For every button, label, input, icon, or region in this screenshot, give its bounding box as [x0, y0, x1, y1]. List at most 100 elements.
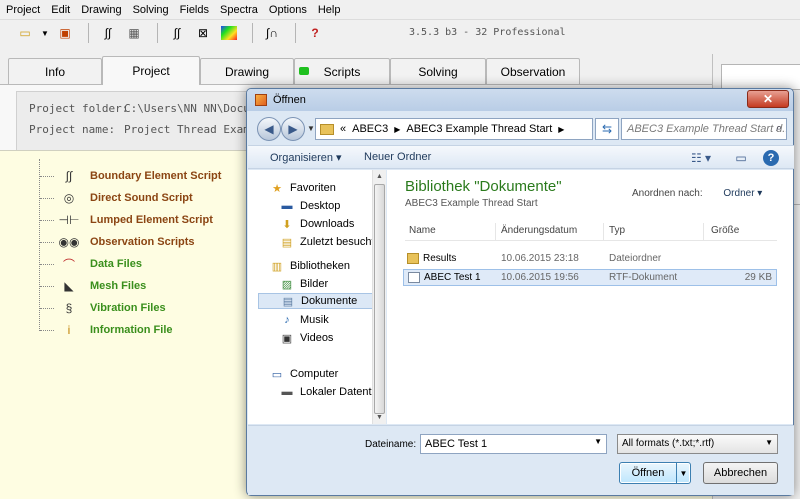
breadcrumb-abec3[interactable]: ABEC3	[352, 123, 388, 135]
curve-icon: ⌒	[62, 257, 75, 272]
search-input[interactable]: ABEC3 Example Thread Start d... ⌕	[621, 118, 787, 140]
dialog-title: Öffnen	[273, 94, 306, 106]
file-row-results[interactable]: Results 10.06.2015 23:18 Dateiordner	[403, 251, 777, 268]
nav-favorites[interactable]: ★ Favoriten	[270, 180, 336, 196]
music-icon: ♪	[284, 314, 290, 326]
observation-icon[interactable]: ∫∩	[261, 23, 283, 43]
refresh-icon[interactable]: ⇆	[595, 118, 619, 140]
mesh-grid-icon[interactable]: ▦	[123, 23, 145, 43]
breadcrumb-overflow[interactable]: «	[340, 123, 346, 135]
tab-observation[interactable]: Observation	[486, 58, 580, 84]
tab-drawing[interactable]: Drawing	[200, 58, 294, 84]
nav-computer[interactable]: ▭ Computer	[270, 366, 339, 382]
open-button[interactable]: Öffnen ▼	[619, 462, 691, 484]
arrange-by-dropdown[interactable]: Ordner ▾	[723, 188, 762, 199]
back-arrow-icon[interactable]: ◀	[257, 117, 281, 141]
filename-label: Dateiname:	[365, 439, 417, 450]
menu-spectra[interactable]: Spectra	[220, 4, 258, 16]
nav-documents[interactable]: ▤ Dokumente	[258, 293, 374, 309]
pictures-icon: ▨	[281, 278, 293, 291]
scrollbar-thumb[interactable]	[374, 184, 385, 414]
spectrum-color-icon[interactable]	[218, 23, 240, 43]
downloads-icon: ⬇	[282, 218, 292, 231]
library-subtitle: ABEC3 Example Thread Start	[405, 198, 538, 209]
nav-pictures[interactable]: ▨ Bilder	[280, 276, 328, 292]
nav-desktop[interactable]: ▬ Desktop	[280, 198, 341, 214]
folder-icon	[407, 253, 419, 264]
help-icon: ?	[763, 150, 779, 166]
tree-item-information-file[interactable]: i Information File	[40, 321, 173, 339]
main-tabs: Info Project Drawing Scripts Solving Obs…	[8, 56, 708, 85]
dialog-title-bar[interactable]: Öffnen ✕	[247, 89, 793, 111]
tab-solving[interactable]: Solving	[390, 58, 486, 84]
column-size[interactable]: Größe	[711, 225, 739, 236]
new-folder-button[interactable]: Neuer Ordner	[364, 151, 431, 163]
nav-videos[interactable]: ▣ Videos	[280, 330, 334, 346]
tree-item-boundary-element-script[interactable]: ∫∫ Boundary Element Script	[40, 167, 221, 185]
menu-options[interactable]: Options	[269, 4, 307, 16]
file-row-abec-test-1[interactable]: ABEC Test 1 10.06.2015 19:56 RTF-Dokumen…	[403, 269, 777, 286]
nav-recent[interactable]: ▤ Zuletzt besucht	[280, 234, 375, 250]
menu-fields[interactable]: Fields	[180, 4, 209, 16]
menu-edit[interactable]: Edit	[51, 4, 70, 16]
scroll-up-icon[interactable]: ▲	[373, 170, 386, 183]
menu-solving[interactable]: Solving	[133, 4, 169, 16]
column-date[interactable]: Änderungsdatum	[501, 225, 577, 236]
filename-input[interactable]: ABEC Test 1 ▼	[420, 434, 607, 454]
recent-places-icon: ▤	[281, 236, 293, 249]
open-file-dialog: Öffnen ✕ ◀ ▶ ▼ « ABEC3 ▶ ABEC3 Example T…	[246, 88, 794, 496]
close-button[interactable]: ✕	[747, 90, 789, 108]
tree-item-mesh-files[interactable]: ◣ Mesh Files	[40, 277, 146, 295]
tree-item-lumped-element-script[interactable]: ⊣⊢ Lumped Element Script	[40, 211, 213, 229]
breadcrumb-example[interactable]: ABEC3 Example Thread Start	[406, 123, 552, 135]
forward-arrow-icon[interactable]: ▶	[281, 117, 305, 141]
menu-drawing[interactable]: Drawing	[81, 4, 121, 16]
chevron-down-icon[interactable]: ▼	[40, 23, 50, 43]
organize-button[interactable]: Organisieren ▾	[270, 151, 342, 164]
file-type-select[interactable]: All formats (*.txt;*.rtf) ▼	[617, 434, 778, 454]
column-name[interactable]: Name	[409, 225, 436, 236]
tree-item-data-files[interactable]: ⌒ Data Files	[40, 255, 142, 273]
nav-downloads[interactable]: ⬇ Downloads	[280, 216, 354, 232]
app-icon	[255, 94, 267, 106]
integral-run-icon[interactable]: ∫∫	[166, 23, 188, 43]
nav-libraries[interactable]: ▥ Bibliotheken	[270, 258, 350, 274]
column-type[interactable]: Typ	[609, 225, 625, 236]
project-folder-value: C:\Users\NN NN\Docu	[124, 102, 250, 115]
cancel-button[interactable]: Abbrechen	[703, 462, 778, 484]
help-question-icon[interactable]: ?	[304, 23, 326, 43]
chevron-right-icon[interactable]: ▶	[558, 125, 564, 134]
help-button[interactable]: ?	[762, 149, 780, 167]
chevron-down-icon[interactable]: ▼	[594, 437, 602, 446]
tree-item-direct-sound-script[interactable]: ◎ Direct Sound Script	[40, 189, 193, 207]
nav-scrollbar[interactable]: ▲ ▼	[372, 170, 386, 424]
menu-help[interactable]: Help	[318, 4, 341, 16]
target-icon: ◎	[63, 191, 75, 205]
menu-project[interactable]: Project	[6, 4, 40, 16]
open-options-icon[interactable]: ▼	[676, 463, 690, 483]
tab-info[interactable]: Info	[8, 58, 102, 84]
project-folder-row: Project folder: C:\Users\NN NN\Docu	[29, 102, 250, 115]
open-folder-icon[interactable]: ▭	[14, 23, 36, 43]
chevron-down-icon[interactable]: ▼	[307, 124, 315, 133]
column-header: Name Änderungsdatum Typ Größe	[405, 223, 777, 241]
tab-project[interactable]: Project	[102, 56, 200, 85]
preview-pane-icon[interactable]: ▭	[732, 149, 750, 167]
dialog-footer: Dateiname: ABEC Test 1 ▼ All formats (*.…	[248, 425, 794, 495]
address-bar[interactable]: « ABEC3 ▶ ABEC3 Example Thread Start ▶	[315, 118, 593, 140]
integral-script-icon[interactable]: ∫∫	[97, 23, 119, 43]
cross-grid-icon[interactable]: ⊠	[192, 23, 214, 43]
scroll-down-icon[interactable]: ▼	[373, 411, 386, 424]
tab-scripts[interactable]: Scripts	[294, 58, 390, 84]
save-icon[interactable]: ▣	[54, 23, 76, 43]
status-indicator-icon	[299, 67, 309, 75]
nav-music[interactable]: ♪ Musik	[280, 312, 328, 328]
rtf-document-icon	[408, 272, 420, 283]
chevron-right-icon[interactable]: ▶	[394, 125, 400, 134]
tree-item-observation-scripts[interactable]: ◉◉ Observation Scripts	[40, 233, 195, 251]
nav-local-disk[interactable]: ▬ Lokaler Datenträ	[280, 384, 382, 400]
right-panel-input[interactable]	[721, 64, 800, 90]
hard-drive-icon: ▬	[281, 386, 293, 398]
view-options-icon[interactable]: ☷ ▾	[686, 149, 716, 167]
tree-item-vibration-files[interactable]: § Vibration Files	[40, 299, 166, 317]
